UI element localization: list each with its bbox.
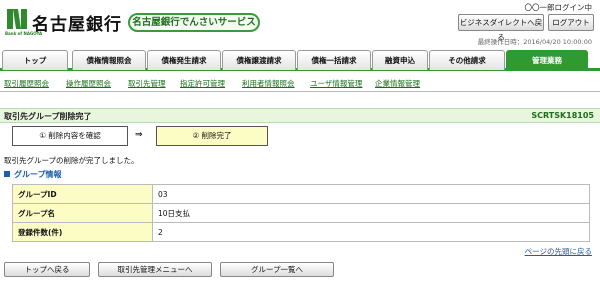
tab-other-requests[interactable]: その他請求 xyxy=(429,50,505,70)
logout-button[interactable]: ログアウト xyxy=(548,14,594,31)
tab-bulk-request[interactable]: 債権一括請求 xyxy=(297,50,371,70)
tab-claim-inquiry[interactable]: 債権情報照会 xyxy=(72,50,146,70)
partner-management-menu-button[interactable]: 取引先管理メニューへ xyxy=(98,262,212,277)
section-title-text: グループ情報 xyxy=(14,170,62,179)
table-row: グループ名 10日支払 xyxy=(12,203,590,223)
screen-id: SCRTSK18105 xyxy=(531,111,594,120)
last-operation-time: 最終操作日時：2016/04/20 10:00:00 xyxy=(477,38,592,46)
page-title-bar: 取引先グループ削除完了 SCRTSK18105 xyxy=(0,108,600,123)
business-direct-button[interactable]: ビジネスダイレクトへ戻る xyxy=(458,14,544,42)
page-top-link[interactable]: ページの先頭に戻る xyxy=(525,246,592,257)
sub-navigation: 取引履歴照会 操作履歴照会 取引先管理 指定許可管理 利用者情報照会 ユーザ情報… xyxy=(0,74,600,92)
tab-loan-application[interactable]: 融資申込 xyxy=(372,50,428,70)
group-id-label: グループID xyxy=(12,184,153,204)
registered-count-value: 2 xyxy=(152,222,590,242)
bank-logo-subtext: Bank of NAGOYA xyxy=(5,31,43,36)
group-name-value: 10日支払 xyxy=(152,203,590,223)
table-row: 登録件数(件) 2 xyxy=(12,222,590,242)
square-bullet-icon xyxy=(4,171,10,177)
tab-claim-issuance[interactable]: 債権発生請求 xyxy=(147,50,221,70)
subnav-permission-management[interactable]: 指定許可管理 xyxy=(180,78,225,89)
group-name-label: グループ名 xyxy=(12,203,153,223)
subnav-partner-management[interactable]: 取引先管理 xyxy=(128,78,166,89)
completion-message: 取引先グループの削除が完了しました。 xyxy=(4,156,139,165)
group-info-table: グループID 03 グループ名 10日支払 登録件数(件) 2 xyxy=(12,184,590,242)
group-list-button[interactable]: グループ一覧へ xyxy=(220,262,334,277)
subnav-user-info-management[interactable]: ユーザ情報管理 xyxy=(310,78,362,89)
subnav-user-info-inquiry[interactable]: 利用者情報照会 xyxy=(242,78,295,89)
bank-logo-text: 名古屋銀行 xyxy=(32,15,122,35)
step-confirm-deletion: ① 削除内容を確認 xyxy=(12,126,128,146)
bank-logo-icon xyxy=(7,9,27,29)
logged-in-user: 〇〇一郎ログイン中 xyxy=(524,3,593,12)
subnav-operation-history[interactable]: 操作履歴照会 xyxy=(66,78,111,89)
subnav-transaction-history[interactable]: 取引履歴照会 xyxy=(4,78,49,89)
tab-management[interactable]: 管理業務 xyxy=(506,50,588,70)
tab-claim-transfer[interactable]: 債権譲渡請求 xyxy=(222,50,296,70)
main-tabs: トップ 債権情報照会 債権発生請求 債権譲渡請求 債権一括請求 融資申込 その他… xyxy=(0,50,600,71)
step-deletion-complete: ② 削除完了 xyxy=(156,126,268,146)
group-id-value: 03 xyxy=(152,184,590,204)
page-title: 取引先グループ削除完了 xyxy=(4,112,92,121)
service-name-badge: 名古屋銀行でんさいサービス xyxy=(128,13,260,32)
step-arrow-icon: ⇒ xyxy=(135,130,143,140)
tab-top[interactable]: トップ xyxy=(2,50,68,70)
subnav-company-info-management[interactable]: 企業情報管理 xyxy=(375,78,420,89)
header: 名古屋銀行 Bank of NAGOYA 名古屋銀行でんさいサービス 〇〇一郎ロ… xyxy=(0,0,600,48)
section-title-group-info: グループ情報 xyxy=(4,169,62,180)
registered-count-label: 登録件数(件) xyxy=(12,222,153,242)
back-to-top-button[interactable]: トップへ戻る xyxy=(4,262,90,277)
table-row: グループID 03 xyxy=(12,184,590,204)
